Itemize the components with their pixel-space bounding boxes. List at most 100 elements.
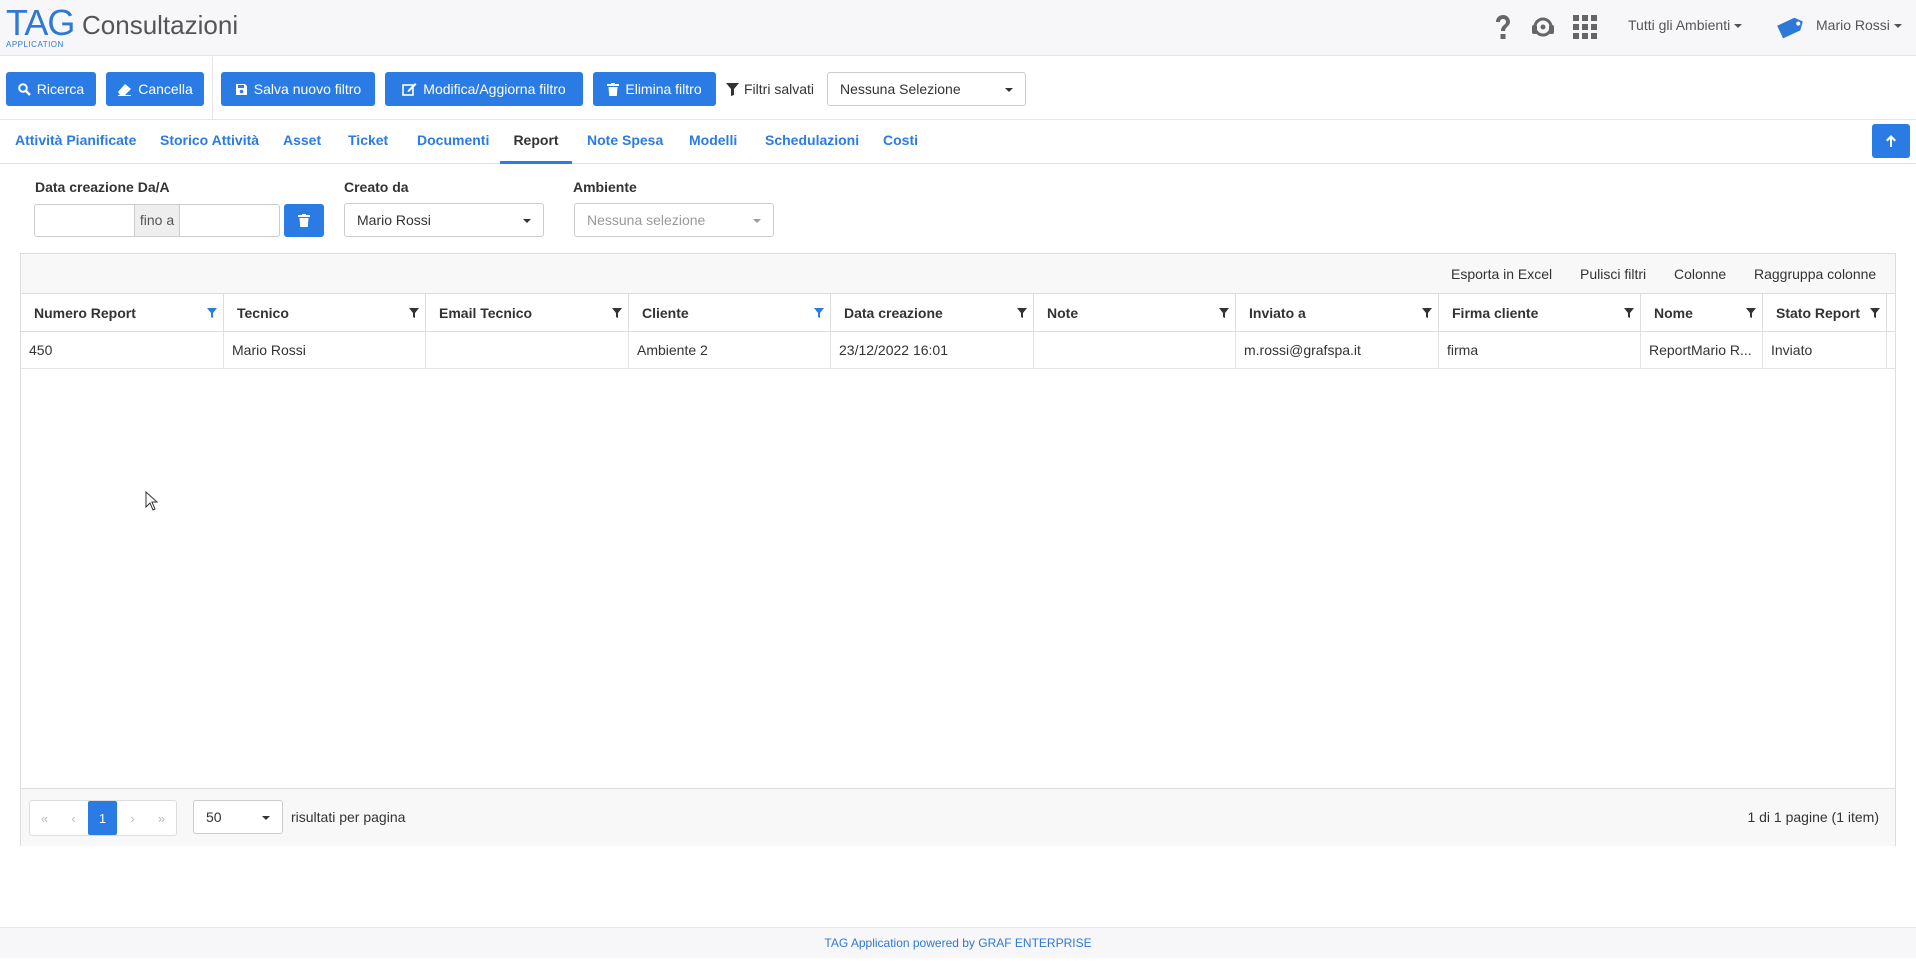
environment-dropdown[interactable]: Tutti gli Ambienti bbox=[1628, 17, 1743, 33]
column-header-label: Inviato a bbox=[1249, 305, 1306, 321]
table-cell: Ambiente 2 bbox=[629, 332, 831, 369]
column-header[interactable]: Note bbox=[1034, 294, 1236, 332]
tab-costi[interactable]: Costi bbox=[883, 120, 918, 164]
user-name: Mario Rossi bbox=[1816, 17, 1890, 33]
table-cell: 23/12/2022 16:01 bbox=[831, 332, 1034, 369]
filter-icon[interactable] bbox=[612, 308, 622, 318]
tab-storico-attivita[interactable]: Storico Attività bbox=[160, 120, 259, 164]
save-new-filter-label: Salva nuovo filtro bbox=[253, 81, 362, 97]
page-size-select[interactable]: 50 bbox=[193, 800, 283, 834]
table-cell: m.rossi@grafspa.it bbox=[1236, 332, 1439, 369]
table-cell: ReportMario R... bbox=[1641, 332, 1763, 369]
chevron-down-icon bbox=[1893, 24, 1902, 29]
delete-filter-button[interactable]: Elimina filtro bbox=[593, 72, 716, 106]
column-header[interactable]: Numero Report bbox=[21, 294, 224, 332]
filter-icon[interactable] bbox=[814, 308, 824, 318]
chevron-down-icon bbox=[523, 219, 531, 223]
column-header[interactable]: Stato Report bbox=[1763, 294, 1887, 332]
cancel-button-label: Cancella bbox=[138, 81, 193, 97]
footer-text: TAG Application powered by GRAF ENTERPRI… bbox=[824, 936, 1092, 950]
environment-select[interactable]: Nessuna selezione bbox=[574, 203, 774, 237]
column-header-label: Stato Report bbox=[1776, 305, 1860, 321]
tab-modelli[interactable]: Modelli bbox=[689, 120, 737, 164]
clear-date-button[interactable] bbox=[284, 204, 324, 237]
column-header-label: Email Tecnico bbox=[439, 305, 533, 321]
grid-toolbar: Esporta in Excel Pulisci filtri Colonne … bbox=[21, 254, 1895, 294]
created-by-select[interactable]: Mario Rossi bbox=[344, 203, 544, 237]
page-title: Consultazioni bbox=[82, 10, 239, 40]
avatar[interactable] bbox=[1776, 12, 1806, 42]
tab-attivita-pianificate[interactable]: Attività Pianificate bbox=[15, 120, 136, 164]
column-header[interactable]: Cliente bbox=[629, 294, 831, 332]
column-header[interactable]: Tecnico bbox=[224, 294, 426, 332]
tab-documenti[interactable]: Documenti bbox=[417, 120, 489, 164]
save-new-filter-button[interactable]: Salva nuovo filtro bbox=[221, 72, 375, 106]
filter-toolbar: Ricerca Cancella Salva nuovo filtro Modi… bbox=[0, 57, 1916, 120]
column-header-label: Firma cliente bbox=[1452, 305, 1539, 321]
tab-ticket[interactable]: Ticket bbox=[348, 120, 388, 164]
group-columns-button[interactable]: Raggruppa colonne bbox=[1754, 266, 1876, 282]
scroll-top-button[interactable] bbox=[1872, 124, 1910, 158]
filter-icon[interactable] bbox=[1870, 308, 1880, 318]
filter-icon[interactable] bbox=[409, 308, 419, 318]
saved-filters-value: Nessuna Selezione bbox=[840, 81, 961, 97]
user-menu[interactable]: Mario Rossi bbox=[1816, 17, 1902, 33]
column-header[interactable]: Inviato a bbox=[1236, 294, 1439, 332]
trash-icon bbox=[298, 214, 310, 227]
edit-filter-label: Modifica/Aggiorna filtro bbox=[423, 81, 566, 97]
column-header-label: Note bbox=[1047, 305, 1079, 321]
first-page-icon[interactable]: « bbox=[30, 801, 59, 835]
table-row[interactable]: 450 Mario Rossi Ambiente 2 23/12/2022 16… bbox=[21, 332, 1895, 369]
apps-grid-icon[interactable] bbox=[1570, 12, 1600, 42]
columns-button[interactable]: Colonne bbox=[1674, 266, 1726, 282]
chevron-down-icon bbox=[1734, 24, 1743, 29]
page-number-current[interactable]: 1 bbox=[88, 801, 117, 835]
help-icon[interactable] bbox=[1488, 12, 1518, 42]
table-cell: Mario Rossi bbox=[224, 332, 426, 369]
date-range-separator: fino a bbox=[134, 205, 180, 236]
page-footer: TAG Application powered by GRAF ENTERPRI… bbox=[0, 927, 1916, 958]
app-header: TAG APPLICATION Consultazioni Tutti gli … bbox=[0, 0, 1916, 56]
tab-asset[interactable]: Asset bbox=[283, 120, 321, 164]
headset-icon[interactable] bbox=[1528, 12, 1558, 42]
date-range-input: fino a bbox=[34, 204, 280, 237]
filter-icon[interactable] bbox=[1219, 308, 1229, 318]
tab-report[interactable]: Report bbox=[500, 120, 572, 164]
app-logo[interactable]: TAG APPLICATION bbox=[6, 5, 75, 50]
column-header[interactable]: Nome bbox=[1641, 294, 1763, 332]
filter-icon[interactable] bbox=[1422, 308, 1432, 318]
filter-icon[interactable] bbox=[1746, 308, 1756, 318]
trash-icon bbox=[607, 82, 620, 96]
table-cell bbox=[426, 332, 629, 369]
search-icon bbox=[17, 82, 31, 96]
table-cell: Inviato bbox=[1763, 332, 1887, 369]
clear-filters-button[interactable]: Pulisci filtri bbox=[1580, 266, 1646, 282]
column-header[interactable]: Data creazione bbox=[831, 294, 1034, 332]
saved-filters-select[interactable]: Nessuna Selezione bbox=[827, 72, 1026, 106]
date-to-input[interactable] bbox=[180, 205, 279, 236]
next-page-icon[interactable]: › bbox=[118, 801, 147, 835]
chevron-down-icon bbox=[262, 816, 270, 820]
tab-schedulazioni[interactable]: Schedulazioni bbox=[765, 120, 859, 164]
tab-note-spesa[interactable]: Note Spesa bbox=[587, 120, 663, 164]
date-from-input[interactable] bbox=[35, 205, 134, 236]
edit-icon bbox=[402, 83, 417, 96]
filter-icon[interactable] bbox=[207, 308, 217, 318]
export-excel-button[interactable]: Esporta in Excel bbox=[1451, 266, 1552, 282]
created-by-value: Mario Rossi bbox=[357, 212, 431, 228]
saved-filters-label: Filtri salvati bbox=[726, 81, 814, 97]
column-header-label: Tecnico bbox=[237, 305, 289, 321]
search-button[interactable]: Ricerca bbox=[6, 72, 96, 106]
filter-icon[interactable] bbox=[1017, 308, 1027, 318]
page-size-value: 50 bbox=[206, 809, 222, 825]
column-header[interactable]: Email Tecnico bbox=[426, 294, 629, 332]
column-header[interactable]: Firma cliente bbox=[1439, 294, 1641, 332]
cancel-button[interactable]: Cancella bbox=[106, 72, 204, 106]
edit-filter-button[interactable]: Modifica/Aggiorna filtro bbox=[385, 72, 583, 106]
filter-icon[interactable] bbox=[1624, 308, 1634, 318]
toolbar-divider bbox=[212, 57, 213, 120]
prev-page-icon[interactable]: ‹ bbox=[59, 801, 88, 835]
pager-info: 1 di 1 pagine (1 item) bbox=[1747, 809, 1879, 825]
last-page-icon[interactable]: » bbox=[147, 801, 176, 835]
chevron-down-icon bbox=[1005, 88, 1013, 92]
